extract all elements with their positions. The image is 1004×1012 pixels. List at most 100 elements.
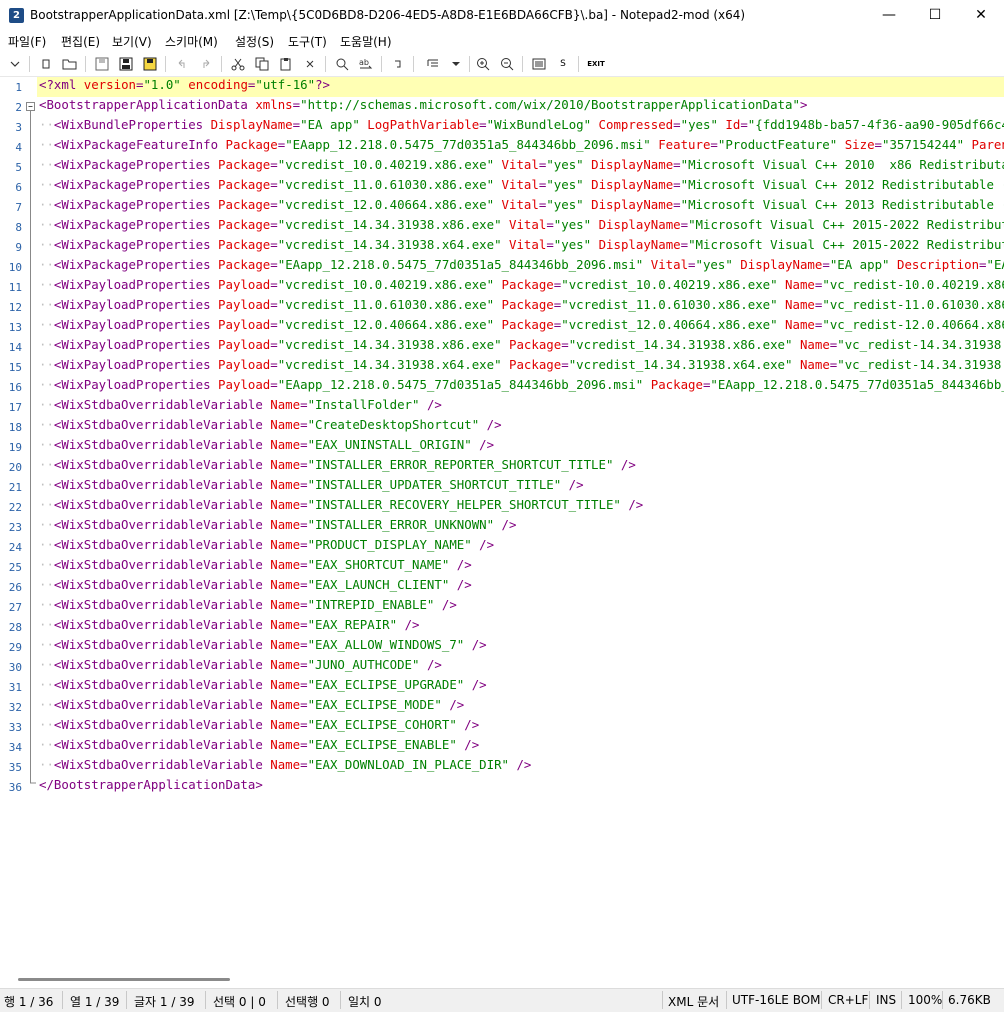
code-line[interactable]: ··<WixStdbaOverridableVariable Name="EAX…: [39, 677, 487, 697]
code-line[interactable]: ··<WixPayloadProperties Payload="vcredis…: [39, 317, 1004, 337]
close-button[interactable]: ✕: [958, 0, 1004, 31]
code-line[interactable]: ··<WixStdbaOverridableVariable Name="INS…: [39, 497, 643, 517]
code-line[interactable]: ··<WixPackageProperties Package="vcredis…: [39, 237, 1004, 257]
code-line[interactable]: ··<WixPayloadProperties Payload="vcredis…: [39, 337, 1004, 357]
save-button[interactable]: [92, 54, 112, 74]
status-eol[interactable]: CR+LF: [828, 993, 868, 1007]
zoom-out-button[interactable]: [497, 54, 517, 74]
code-line[interactable]: <?xml version="1.0" encoding="utf-16"?>: [39, 77, 330, 97]
save-copy-button[interactable]: [140, 54, 160, 74]
toolbar-dropdown-button[interactable]: [5, 54, 25, 74]
code-token-attr: DisplayName: [591, 197, 674, 212]
code-token-tag: [591, 117, 598, 132]
code-line[interactable]: ··<WixStdbaOverridableVariable Name="INS…: [39, 517, 516, 537]
settings-button[interactable]: [529, 54, 549, 74]
title-bar[interactable]: 2 BootstrapperApplicationData.xml [Z:\Te…: [0, 0, 1004, 31]
copy-button[interactable]: [252, 54, 272, 74]
menu-view[interactable]: 보기(V): [112, 33, 152, 50]
save-as-button[interactable]: [116, 54, 136, 74]
open-button[interactable]: [60, 54, 80, 74]
code-line[interactable]: <BootstrapperApplicationData xmlns="http…: [39, 97, 807, 117]
code-line[interactable]: ··<WixPackageProperties Package="vcredis…: [39, 217, 1004, 237]
code-line[interactable]: ··<WixStdbaOverridableVariable Name="PRO…: [39, 537, 494, 557]
menu-settings[interactable]: 설정(S): [235, 33, 274, 50]
code-line[interactable]: ··<WixPayloadProperties Payload="vcredis…: [39, 357, 1004, 377]
code-line[interactable]: ··<WixStdbaOverridableVariable Name="Ins…: [39, 397, 442, 417]
zoom-in-button[interactable]: [473, 54, 493, 74]
code-line[interactable]: ··<WixPayloadProperties Payload="vcredis…: [39, 277, 1004, 297]
code-line[interactable]: ··<WixPayloadProperties Payload="EAapp_1…: [39, 377, 1004, 397]
status-schema[interactable]: XML 문서: [668, 993, 719, 1010]
code-line[interactable]: ··<WixStdbaOverridableVariable Name="EAX…: [39, 697, 464, 717]
code-line[interactable]: </BootstrapperApplicationData>: [39, 777, 263, 797]
code-token-tag: =: [300, 737, 308, 752]
status-zoom[interactable]: 100%: [908, 993, 942, 1007]
horizontal-scrollbar[interactable]: [0, 970, 1004, 987]
code-token-attr: encoding: [188, 77, 248, 92]
code-line[interactable]: ··<WixPackageProperties Package="vcredis…: [39, 197, 1004, 217]
status-encoding[interactable]: UTF-16LE BOM: [732, 993, 821, 1007]
menu-file[interactable]: 파일(F): [8, 33, 46, 50]
menu-tools[interactable]: 도구(T): [288, 33, 327, 50]
code-line[interactable]: ··<WixStdbaOverridableVariable Name="JUN…: [39, 657, 442, 677]
status-line[interactable]: 행 1 / 36: [4, 993, 53, 1010]
code-token-tag: <WixStdbaOverridableVariable: [53, 557, 271, 572]
code-token-tag: />: [397, 617, 420, 632]
code-line[interactable]: ··<WixBundleProperties DisplayName="EA a…: [39, 117, 1004, 137]
code-line[interactable]: ··<WixStdbaOverridableVariable Name="EAX…: [39, 437, 494, 457]
code-token-tag: <WixPackageProperties: [53, 157, 219, 172]
line-number: 32: [8, 701, 22, 714]
code-token-guide: ··: [39, 617, 54, 632]
line-number: 13: [8, 321, 22, 334]
code-line[interactable]: ··<WixStdbaOverridableVariable Name="EAX…: [39, 757, 531, 777]
code-line[interactable]: ··<WixStdbaOverridableVariable Name="EAX…: [39, 637, 487, 657]
code-line[interactable]: ··<WixStdbaOverridableVariable Name="EAX…: [39, 737, 479, 757]
cut-button[interactable]: [228, 54, 248, 74]
new-button[interactable]: [36, 54, 56, 74]
code-line[interactable]: ··<WixPayloadProperties Payload="vcredis…: [39, 297, 1004, 317]
replace-button[interactable]: ab: [356, 54, 376, 74]
code-line[interactable]: ··<WixStdbaOverridableVariable Name="EAX…: [39, 557, 472, 577]
exit-button[interactable]: EXIT: [585, 54, 607, 74]
schema-dropdown-button[interactable]: [446, 54, 466, 74]
menu-edit[interactable]: 편집(E): [61, 33, 100, 50]
code-line[interactable]: ··<WixStdbaOverridableVariable Name="EAX…: [39, 577, 472, 597]
code-line[interactable]: ··<WixStdbaOverridableVariable Name="EAX…: [39, 617, 420, 637]
schema-button[interactable]: [424, 54, 444, 74]
code-line[interactable]: ··<WixPackageProperties Package="vcredis…: [39, 157, 1004, 177]
editor[interactable]: 1 2 3 4 5 6 7 8 9 10 11 12 13 14 15 16 17 18 19 20 21 22 23 24 2…: [0, 77, 1004, 970]
word-wrap-button[interactable]: [388, 54, 408, 74]
menu-schema[interactable]: 스키마(M): [165, 33, 218, 50]
code-line[interactable]: ··<WixStdbaOverridableVariable Name="Cre…: [39, 417, 502, 437]
code-line[interactable]: ··<WixPackageFeatureInfo Package = "EAapp_…: [39, 137, 1004, 157]
status-bar: 행 1 / 36 열 1 / 39 글자 1 / 39 선택 0 | 0 선택행…: [0, 988, 1004, 1012]
code-line[interactable]: ··<WixStdbaOverridableVariable Name="EAX…: [39, 717, 479, 737]
redo-button[interactable]: [196, 54, 216, 74]
undo-button[interactable]: [172, 54, 192, 74]
scrollbar-thumb[interactable]: [18, 978, 230, 981]
code-line[interactable]: ··<WixPackageProperties Package="vcredis…: [39, 177, 1004, 197]
status-column[interactable]: 열 1 / 39: [70, 993, 119, 1010]
menu-help[interactable]: 도움말(H): [340, 33, 392, 50]
maximize-button[interactable]: ☐: [912, 0, 958, 31]
line-number: 31: [8, 681, 22, 694]
line-number: 24: [8, 541, 22, 554]
fold-margin[interactable]: [25, 77, 37, 797]
delete-button[interactable]: [300, 54, 320, 74]
find-button[interactable]: [332, 54, 352, 74]
line-number: 29: [8, 641, 22, 654]
minimize-button[interactable]: —: [866, 0, 912, 31]
window-title: BootstrapperApplicationData.xml [Z:\Temp…: [30, 8, 746, 22]
line-number: 1: [15, 81, 22, 94]
status-ovr[interactable]: INS: [876, 993, 896, 1007]
code-token-tag: =: [546, 237, 554, 252]
code-line[interactable]: ··<WixStdbaOverridableVariable Name="INS…: [39, 457, 636, 477]
paste-button[interactable]: [276, 54, 296, 74]
code-line[interactable]: ··<WixStdbaOverridableVariable Name="INS…: [39, 477, 584, 497]
code-token-val: "vcredist_14.34.31938.x64.exe": [568, 357, 793, 372]
code-line[interactable]: ··<WixStdbaOverridableVariable Name="INT…: [39, 597, 457, 617]
code-line[interactable]: ··<WixPackageProperties Package="EAapp_1…: [39, 257, 1004, 277]
code-token-val: "vcredist_12.0.40664.x86.exe": [561, 317, 778, 332]
line-number: 14: [8, 341, 22, 354]
s-button[interactable]: S: [553, 54, 573, 74]
